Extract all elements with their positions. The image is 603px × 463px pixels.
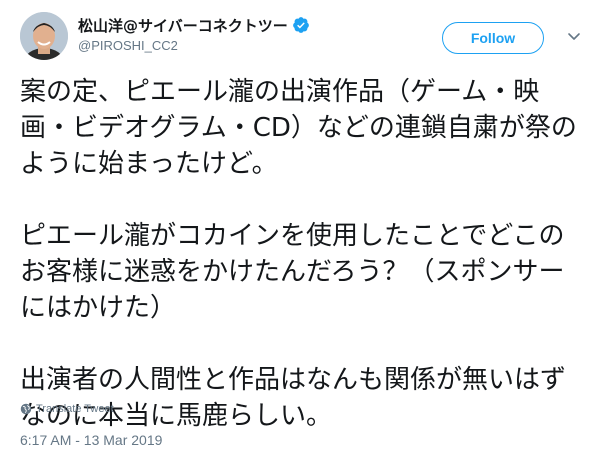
tweet-paragraph: 出演者の人間性と作品はなんも関係が無いはずなのに本当に馬鹿らしい。 xyxy=(20,365,567,431)
tweet-timestamp[interactable]: 6:17 AM - 13 Mar 2019 xyxy=(20,432,162,448)
globe-icon xyxy=(20,403,32,415)
author-names: 松山洋@サイバーコネクトツー @PIROSHI_CC2 xyxy=(78,14,310,53)
tweet-text: 案の定、ピエール瀧の出演作品（ゲーム・映画・ビデオグラム・CD）などの連鎖自粛が… xyxy=(20,74,588,434)
verified-badge-icon xyxy=(292,17,309,33)
tweet-header: 松山洋@サイバーコネクトツー @PIROSHI_CC2 Follow xyxy=(20,12,585,62)
tweet-paragraph: 案の定、ピエール瀧の出演作品（ゲーム・映画・ビデオグラム・CD）などの連鎖自粛が… xyxy=(20,77,577,179)
avatar[interactable] xyxy=(20,12,68,60)
translate-label[interactable]: Translate Tweet xyxy=(36,403,114,415)
author-handle[interactable]: @PIROSHI_CC2 xyxy=(78,38,310,53)
tweet-paragraph: ピエール瀧がコカインを使用したことでどこのお客様に迷惑をかけたんだろう？（スポン… xyxy=(20,221,565,323)
display-name[interactable]: 松山洋@サイバーコネクトツー xyxy=(78,15,288,36)
chevron-down-icon[interactable] xyxy=(566,28,582,44)
translate-tweet-link[interactable]: Translate Tweet xyxy=(20,403,114,415)
follow-button[interactable]: Follow xyxy=(442,22,544,54)
